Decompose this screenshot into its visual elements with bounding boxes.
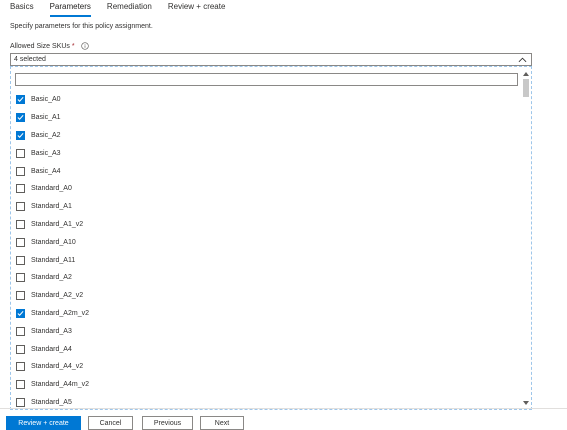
tab-bar: Basics Parameters Remediation Review + c… bbox=[10, 0, 241, 17]
checkbox[interactable] bbox=[16, 308, 25, 318]
checkbox[interactable] bbox=[16, 380, 25, 390]
filter-input[interactable] bbox=[15, 73, 518, 86]
list-item[interactable]: Standard_A4_v2 bbox=[11, 358, 521, 376]
list-item[interactable]: Basic_A0 bbox=[11, 91, 521, 109]
list-item-label: Standard_A2_v2 bbox=[31, 292, 84, 300]
list-item[interactable]: Basic_A2 bbox=[11, 127, 521, 145]
checkbox[interactable] bbox=[16, 95, 25, 105]
list-item-label: Standard_A5 bbox=[31, 398, 72, 406]
info-icon[interactable] bbox=[80, 42, 89, 50]
list-item[interactable]: Standard_A11 bbox=[11, 251, 521, 269]
checkbox[interactable] bbox=[16, 202, 25, 212]
field-label: Allowed Size SKUs bbox=[10, 42, 70, 50]
list-item-label: Standard_A4m_v2 bbox=[31, 381, 89, 389]
review-create-button[interactable]: Review + create bbox=[6, 416, 81, 430]
cancel-button[interactable]: Cancel bbox=[88, 416, 133, 430]
sku-multiselect[interactable]: 4 selected bbox=[10, 53, 532, 66]
tab-parameters[interactable]: Parameters bbox=[49, 0, 97, 17]
list-item[interactable]: Basic_A4 bbox=[11, 162, 521, 180]
page-description: Specify parameters for this policy assig… bbox=[10, 23, 153, 30]
checkbox[interactable] bbox=[16, 237, 25, 247]
list-item[interactable]: Standard_A1 bbox=[11, 198, 521, 216]
list-item-label: Standard_A1 bbox=[31, 203, 72, 211]
list-item[interactable]: Standard_A4 bbox=[11, 340, 521, 358]
checkbox[interactable] bbox=[16, 326, 25, 336]
previous-button[interactable]: Previous bbox=[142, 416, 193, 430]
scroll-thumb[interactable] bbox=[523, 79, 529, 97]
footer-divider bbox=[0, 408, 567, 409]
checkbox[interactable] bbox=[16, 344, 25, 354]
list-item-label: Standard_A4 bbox=[31, 345, 72, 353]
checkbox[interactable] bbox=[16, 397, 25, 407]
scroll-down-icon[interactable] bbox=[522, 399, 530, 407]
scroll-up-icon[interactable] bbox=[522, 69, 530, 77]
list-item-label: Standard_A11 bbox=[31, 256, 76, 264]
scrollbar[interactable] bbox=[522, 69, 530, 407]
list-item-label: Standard_A4_v2 bbox=[31, 363, 84, 371]
tab-remediation[interactable]: Remediation bbox=[107, 0, 158, 16]
list-item-label: Basic_A4 bbox=[31, 167, 61, 175]
checkbox[interactable] bbox=[16, 291, 25, 301]
list-item[interactable]: Standard_A1_v2 bbox=[11, 216, 521, 234]
list-item[interactable]: Standard_A10 bbox=[11, 233, 521, 251]
checkbox[interactable] bbox=[16, 130, 25, 140]
checkbox[interactable] bbox=[16, 148, 25, 158]
list-item-label: Standard_A2 bbox=[31, 274, 72, 282]
list-item-label: Basic_A2 bbox=[31, 131, 61, 139]
list-item-label: Standard_A1_v2 bbox=[31, 220, 84, 228]
list-item-label: Standard_A3 bbox=[31, 327, 72, 335]
list-item[interactable]: Standard_A0 bbox=[11, 180, 521, 198]
required-marker: * bbox=[71, 42, 75, 50]
list-item-label: Basic_A1 bbox=[31, 114, 61, 122]
list-item[interactable]: Standard_A3 bbox=[11, 322, 521, 340]
list-item[interactable]: Basic_A3 bbox=[11, 144, 521, 162]
checkbox[interactable] bbox=[16, 184, 25, 194]
checkbox[interactable] bbox=[16, 113, 25, 123]
next-button[interactable]: Next bbox=[200, 416, 244, 430]
list-item-label: Standard_A0 bbox=[31, 185, 72, 193]
checkbox[interactable] bbox=[16, 273, 25, 283]
field-label-row: Allowed Size SKUs * bbox=[10, 42, 89, 50]
checkbox[interactable] bbox=[16, 166, 25, 176]
checkmark-icon bbox=[17, 310, 24, 316]
checkbox[interactable] bbox=[16, 219, 25, 229]
sku-list: Basic_A0 Basic_A1 Basic_A2 Basic_A3 Basic_A4… bbox=[11, 91, 521, 411]
list-item-label: Basic_A0 bbox=[31, 96, 61, 104]
list-item-label: Basic_A3 bbox=[31, 149, 61, 157]
list-item[interactable]: Basic_A1 bbox=[11, 109, 521, 127]
sku-dropdown-panel: Basic_A0 Basic_A1 Basic_A2 Basic_A3 Basic_A4… bbox=[10, 66, 532, 410]
checkbox[interactable] bbox=[16, 362, 25, 372]
tab-review-create[interactable]: Review + create bbox=[168, 0, 232, 16]
list-item[interactable]: Standard_A2m_v2 bbox=[11, 305, 521, 323]
checkmark-icon bbox=[17, 132, 24, 138]
selected-count: 4 selected bbox=[14, 56, 46, 63]
list-item-label: Standard_A2m_v2 bbox=[31, 309, 89, 317]
checkmark-icon bbox=[17, 97, 24, 103]
checkmark-icon bbox=[17, 115, 24, 121]
list-item-label: Standard_A10 bbox=[31, 238, 76, 246]
checkbox[interactable] bbox=[16, 255, 25, 265]
list-item[interactable]: Standard_A2 bbox=[11, 269, 521, 287]
tab-basics[interactable]: Basics bbox=[10, 0, 40, 16]
list-item[interactable]: Standard_A2_v2 bbox=[11, 287, 521, 305]
list-item[interactable]: Standard_A4m_v2 bbox=[11, 376, 521, 394]
chevron-up-icon[interactable] bbox=[518, 56, 527, 64]
